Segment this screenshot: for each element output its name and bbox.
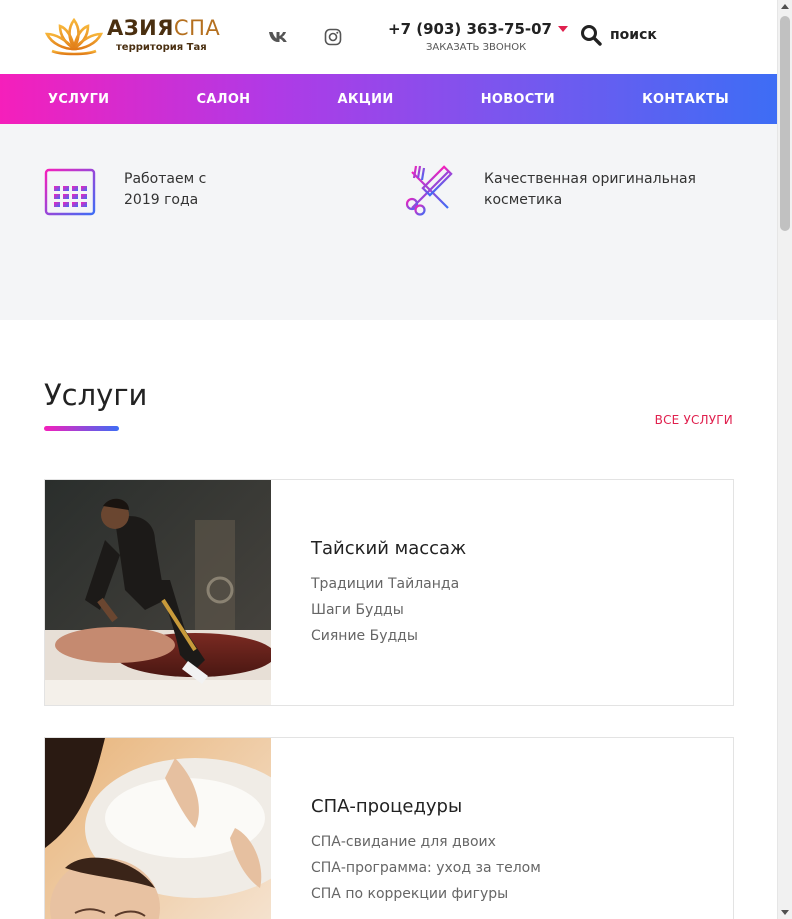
scroll-down-arrow-icon[interactable]	[781, 910, 789, 915]
thai-massage-photo[interactable]	[45, 480, 271, 705]
caret-down-icon[interactable]	[557, 26, 568, 32]
all-services-link[interactable]: ВСЕ УСЛУГИ	[655, 413, 733, 427]
phone-number[interactable]: +7 (903) 363-75-07	[388, 20, 568, 38]
feature-item: Работаем с 2019 года	[44, 164, 234, 216]
vk-icon[interactable]	[267, 26, 289, 48]
card-body: СПА-процедуры СПА-свидание для двоих СПА…	[271, 738, 541, 919]
logo[interactable]: АЗИЯСПА территория Тая	[44, 14, 221, 58]
card-title[interactable]: СПА-процедуры	[311, 796, 541, 817]
title-underline	[44, 426, 119, 431]
lotus-logo-icon	[44, 17, 104, 56]
card-list-item[interactable]: Сияние Будды	[311, 623, 466, 649]
card-list-item[interactable]: Традиции Тайланда	[311, 571, 466, 597]
nav-item-salon[interactable]: САЛОН	[197, 92, 251, 107]
card-title[interactable]: Тайский массаж	[311, 538, 466, 559]
service-card[interactable]: СПА-процедуры СПА-свидание для двоих СПА…	[44, 737, 734, 919]
header: АЗИЯСПА территория Тая +7 (903) 363-75-0…	[0, 0, 777, 74]
vertical-scrollbar[interactable]	[777, 0, 792, 919]
logo-title: АЗИЯСПА	[107, 16, 221, 40]
feature-text: Работаем с 2019 года	[124, 171, 207, 208]
nav-item-promotions[interactable]: АКЦИИ	[338, 92, 394, 107]
spa-procedure-photo[interactable]	[45, 738, 271, 919]
services-section: Услуги ВСЕ УСЛУГИ Тайский массаж Традици…	[0, 320, 777, 919]
search-label: поиск	[610, 27, 657, 43]
card-list-item[interactable]: Шаги Будды	[311, 597, 466, 623]
phone-block: +7 (903) 363-75-07 ЗАКАЗАТЬ ЗВОНОК	[388, 20, 568, 53]
scrollbar-thumb[interactable]	[780, 16, 790, 231]
nav-item-services[interactable]: УСЛУГИ	[48, 92, 109, 107]
scroll-up-arrow-icon[interactable]	[781, 4, 789, 9]
card-list-item[interactable]: СПА по коррекции фигуры	[311, 881, 541, 907]
service-card[interactable]: Тайский массаж Традиции Тайланда Шаги Бу…	[44, 479, 734, 706]
callback-link[interactable]: ЗАКАЗАТЬ ЗВОНОК	[426, 42, 558, 53]
features-section: Работаем с 2019 года Качественная оригин…	[0, 124, 777, 320]
feature-text: Качественная оригинальная косметика	[484, 171, 696, 208]
search-button[interactable]: поиск	[580, 24, 657, 46]
card-list-item[interactable]: СПА-программа: уход за телом	[311, 855, 541, 881]
page: АЗИЯСПА территория Тая +7 (903) 363-75-0…	[0, 0, 777, 919]
instagram-icon[interactable]	[322, 26, 344, 48]
nav-item-contacts[interactable]: КОНТАКТЫ	[642, 92, 729, 107]
section-title: Услуги	[44, 378, 148, 412]
main-nav: УСЛУГИ САЛОН АКЦИИ НОВОСТИ КОНТАКТЫ	[0, 74, 777, 124]
logo-subtitle: территория Тая	[116, 42, 207, 53]
search-icon	[581, 25, 602, 46]
feature-item: Качественная оригинальная косметика	[404, 164, 714, 216]
card-body: Тайский массаж Традиции Тайланда Шаги Бу…	[271, 480, 466, 705]
nav-item-news[interactable]: НОВОСТИ	[481, 92, 555, 107]
card-list-item[interactable]: СПА-свидание для двоих	[311, 829, 541, 855]
calendar-icon	[44, 165, 96, 216]
scissors-comb-icon	[405, 165, 453, 216]
